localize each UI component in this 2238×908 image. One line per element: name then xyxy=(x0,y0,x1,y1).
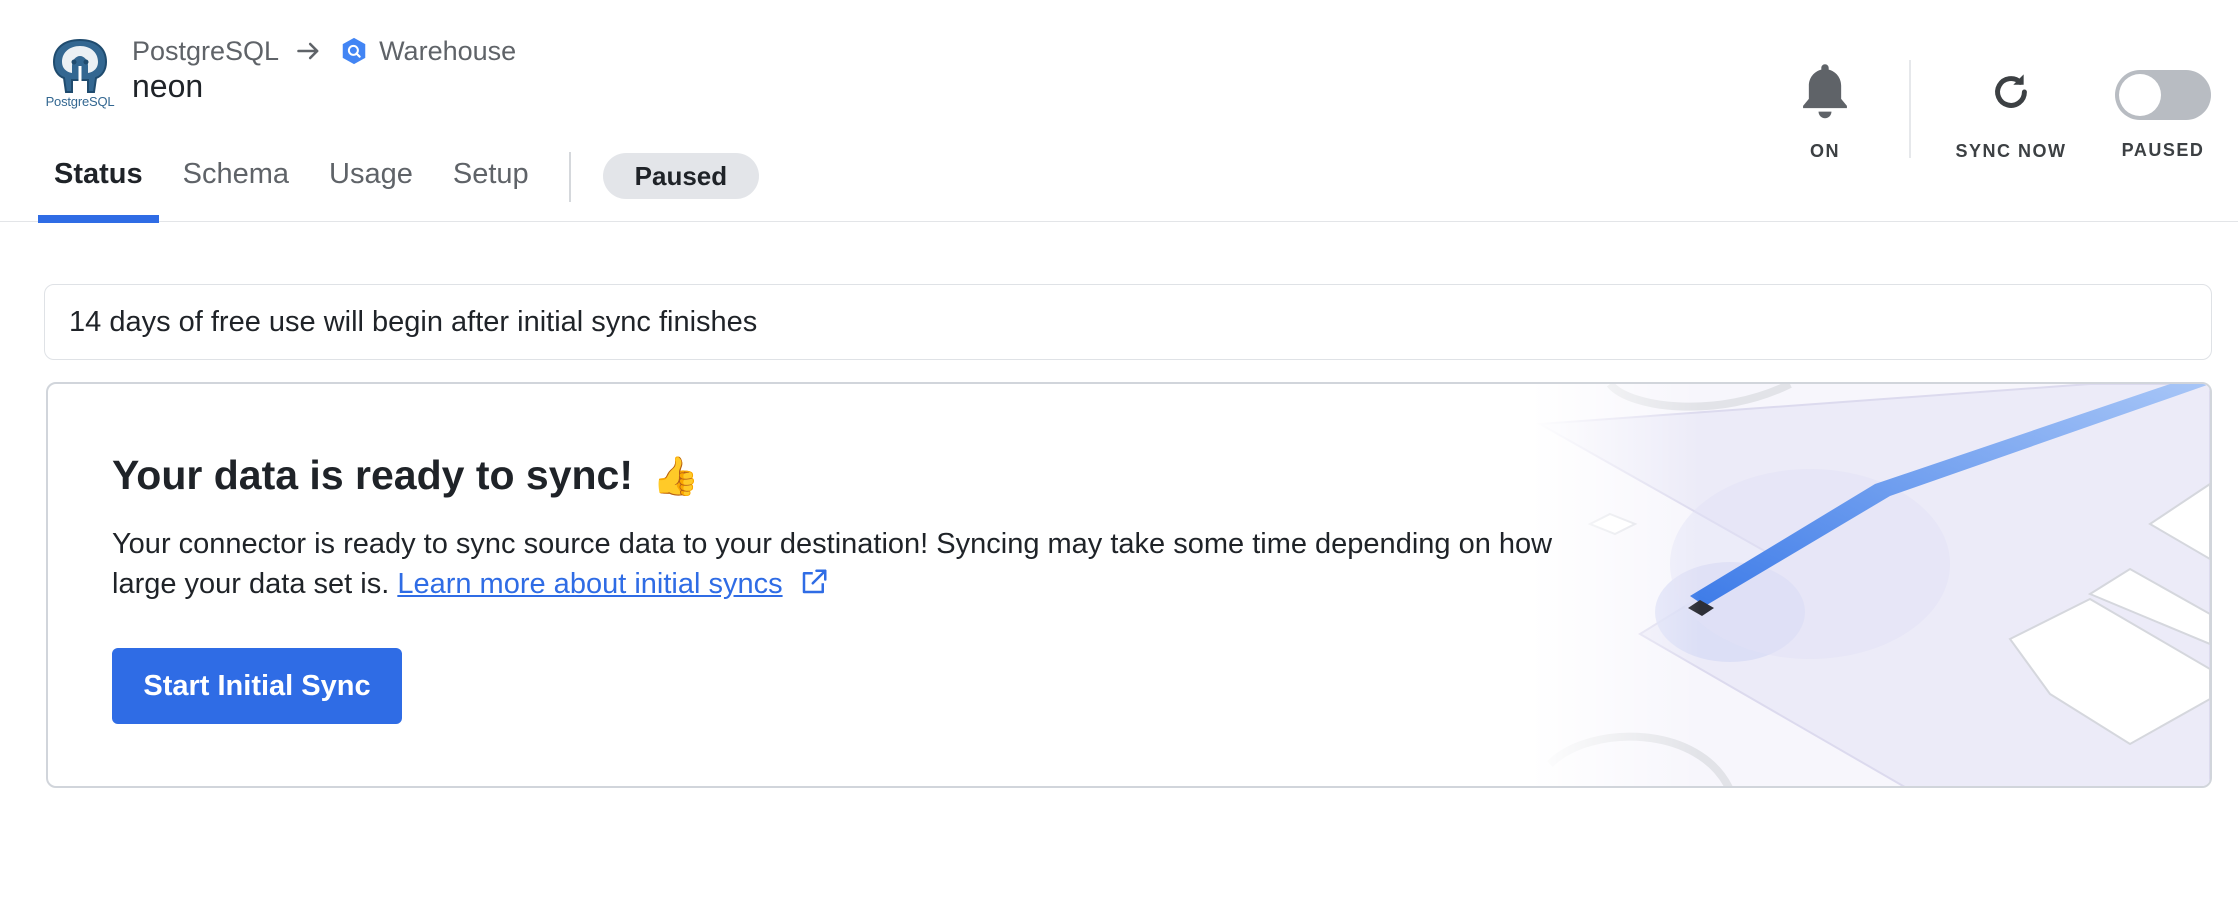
toggle-knob xyxy=(2119,74,2161,116)
tab-schema[interactable]: Schema xyxy=(175,150,297,222)
sync-now-label: SYNC NOW xyxy=(1955,141,2067,161)
initial-sync-card: Your data is ready to sync! 👍 Your conne… xyxy=(46,382,2212,788)
arrow-right-icon xyxy=(297,42,319,60)
tab-divider xyxy=(568,152,571,202)
sync-illustration xyxy=(1530,384,2210,786)
destination-name[interactable]: Warehouse xyxy=(379,36,516,67)
sync-now-button[interactable]: SYNC NOW xyxy=(1948,62,2074,162)
card-title: Your data is ready to sync! 👍 xyxy=(112,452,700,499)
bell-icon xyxy=(1803,64,1847,119)
start-initial-sync-button[interactable]: Start Initial Sync xyxy=(112,648,402,724)
postgresql-logo: PostgreSQL xyxy=(42,36,118,112)
notifications-button[interactable]: ON xyxy=(1790,62,1860,162)
tab-setup[interactable]: Setup xyxy=(445,150,537,222)
postgresql-elephant-icon xyxy=(52,38,108,93)
notifications-label: ON xyxy=(1810,141,1840,161)
external-link-icon[interactable] xyxy=(799,567,829,597)
connector-header: PostgreSQL PostgreSQL Warehouse neon Sta… xyxy=(0,0,2238,223)
learn-more-link[interactable]: Learn more about initial syncs xyxy=(397,568,782,600)
free-trial-notice: 14 days of free use will begin after ini… xyxy=(44,284,2212,360)
tab-usage[interactable]: Usage xyxy=(321,150,421,222)
status-badge: Paused xyxy=(602,153,760,199)
postgresql-logo-text: PostgreSQL xyxy=(45,94,115,109)
source-name[interactable]: PostgreSQL xyxy=(132,36,279,67)
notice-text: 14 days of free use will begin after ini… xyxy=(69,305,758,338)
pause-toggle-label: PAUSED xyxy=(2121,140,2205,160)
tab-status[interactable]: Status xyxy=(38,150,159,223)
thumbs-up-icon: 👍 xyxy=(652,456,700,498)
pause-toggle[interactable] xyxy=(2115,70,2211,120)
refresh-icon xyxy=(1995,74,2027,108)
actions-divider xyxy=(1909,60,1911,158)
bigquery-hexagon-icon xyxy=(342,37,366,65)
card-description: Your connector is ready to sync source d… xyxy=(112,524,1592,604)
card-title-text: Your data is ready to sync! xyxy=(112,452,634,498)
breadcrumb: PostgreSQL Warehouse xyxy=(132,34,516,68)
connector-tabs: Status Schema Usage Setup Paused xyxy=(38,150,760,223)
connector-name: neon xyxy=(132,68,204,104)
card-description-text: Your connector is ready to sync source d… xyxy=(112,528,1553,600)
pause-toggle-group: PAUSED xyxy=(2104,62,2222,161)
